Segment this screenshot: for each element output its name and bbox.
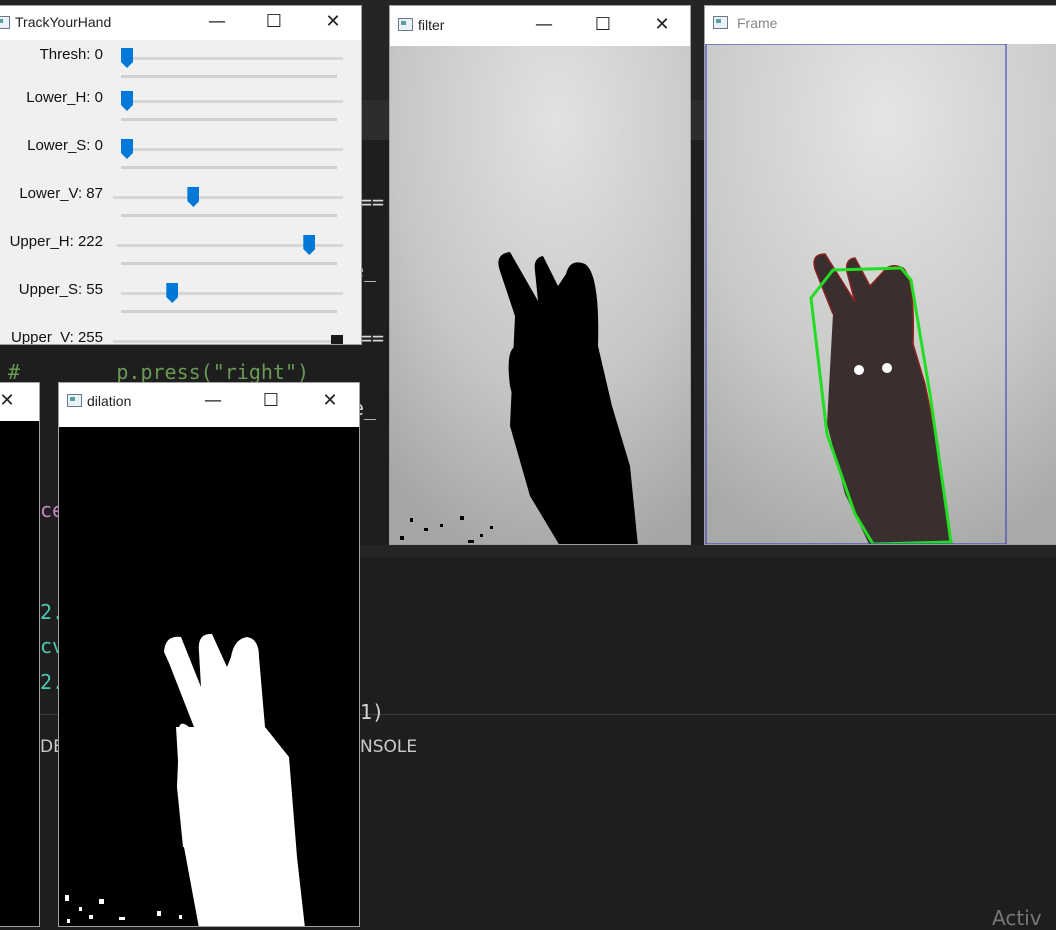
trackbar-thumb[interactable] xyxy=(187,187,200,207)
trackbar-label: Upper_V: 255 xyxy=(10,329,103,344)
trackbar-label: Upper_S: 55 xyxy=(18,281,103,298)
window-title: TrackYourHand xyxy=(15,14,112,30)
trackbar-thumb[interactable] xyxy=(303,235,316,255)
frame-titlebar[interactable]: Frame xyxy=(705,6,1056,42)
editor-panel-separator xyxy=(360,545,1056,557)
trackbar-baseline xyxy=(121,75,337,78)
window-icon xyxy=(67,394,82,407)
panel-tab-console[interactable]: NSOLE xyxy=(360,737,417,757)
window-title: Frame xyxy=(737,15,778,31)
trackbar-label: Thresh: 0 xyxy=(39,46,103,63)
trackbar-label: Lower_V: 87 xyxy=(19,185,103,202)
close-icon[interactable]: ✕ xyxy=(644,13,680,37)
filter-image xyxy=(390,46,690,544)
trackbar-row: Thresh: 0 xyxy=(0,42,353,90)
trackbar-thumb[interactable] xyxy=(121,139,133,159)
close-icon[interactable]: ✕ xyxy=(0,389,25,413)
trackbar-slider[interactable] xyxy=(121,100,343,103)
window-icon xyxy=(713,16,728,29)
trackbar-titlebar[interactable]: TrackYourHand — ☐ ✕ xyxy=(0,6,361,40)
trackbar-thumb[interactable] xyxy=(121,91,133,111)
trackbar-baseline xyxy=(121,310,337,313)
trackbar-baseline xyxy=(121,166,337,169)
activate-windows-watermark: Activ xyxy=(992,906,1042,930)
trackbar-label: Lower_S: 0 xyxy=(27,137,103,154)
maximize-icon[interactable]: ☐ xyxy=(256,10,292,34)
window-icon xyxy=(0,16,10,29)
left-image-window[interactable]: ✕ xyxy=(0,382,40,927)
trackbar-baseline xyxy=(121,118,337,121)
trackbar-slider[interactable] xyxy=(121,57,343,60)
dilation-mask-image xyxy=(59,427,359,926)
trackbar-baseline xyxy=(121,214,337,217)
filter-window[interactable]: filter — ☐ ✕ xyxy=(389,5,691,545)
frame-window[interactable]: Frame xyxy=(704,5,1056,545)
trackbar-thumb[interactable] xyxy=(331,335,343,344)
trackbar-slider[interactable] xyxy=(121,148,343,151)
window-title: filter xyxy=(418,17,445,33)
trackbar-window[interactable]: TrackYourHand — ☐ ✕ Thresh: 0 Lower_H: 0 L… xyxy=(0,5,362,345)
minimize-icon[interactable]: — xyxy=(195,389,231,413)
code-fragment: 1) xyxy=(360,700,385,724)
trackbar-panel: Thresh: 0 Lower_H: 0 Lower_S: 0 Lower_V: 87… xyxy=(0,40,361,344)
trackbar-label: Lower_H: 0 xyxy=(26,89,103,106)
code-fragment: == xyxy=(360,326,385,350)
dilation-window[interactable]: dilation — ☐ ✕ xyxy=(58,382,360,927)
trackbar-label: Upper_H: 222 xyxy=(9,233,103,250)
window-title: dilation xyxy=(87,393,132,409)
code-fragment: == xyxy=(360,190,385,214)
frame-image xyxy=(705,44,1056,544)
trackbar-slider[interactable] xyxy=(113,340,343,343)
trackbar-row: Upper_H: 222 xyxy=(0,229,353,277)
maximize-icon[interactable]: ☐ xyxy=(585,13,621,37)
trackbar-slider[interactable] xyxy=(113,196,343,199)
trackbar-thumb[interactable] xyxy=(166,283,179,303)
minimize-icon[interactable]: — xyxy=(199,10,235,34)
close-icon[interactable]: ✕ xyxy=(312,389,348,413)
close-icon[interactable]: ✕ xyxy=(315,10,351,34)
trackbar-slider[interactable] xyxy=(121,292,343,295)
minimize-icon[interactable]: — xyxy=(526,13,562,37)
trackbar-row: Upper_S: 55 xyxy=(0,277,353,325)
maximize-icon[interactable]: ☐ xyxy=(253,389,289,413)
trackbar-thumb[interactable] xyxy=(121,48,133,68)
window-icon xyxy=(398,18,413,31)
trackbar-row: Lower_H: 0 xyxy=(0,85,353,133)
filter-titlebar[interactable]: filter — ☐ ✕ xyxy=(390,6,690,43)
trackbar-row: Lower_S: 0 xyxy=(0,133,353,181)
trackbar-row: Lower_V: 87 xyxy=(0,181,353,229)
left-window-titlebar[interactable]: ✕ xyxy=(0,383,39,421)
dilation-titlebar[interactable]: dilation — ☐ ✕ xyxy=(59,383,359,427)
trackbar-row: Upper_V: 255 xyxy=(0,325,353,344)
trackbar-baseline xyxy=(121,262,337,265)
code-comment-line: # p.press("right") xyxy=(8,360,310,384)
